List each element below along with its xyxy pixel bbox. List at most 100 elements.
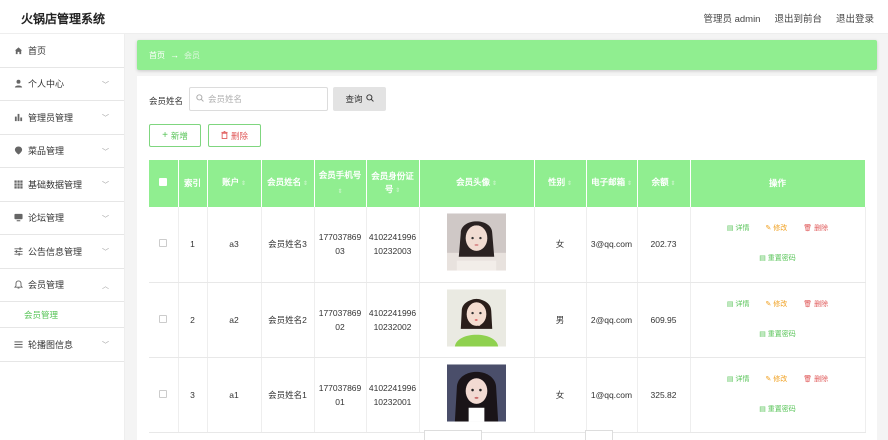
sort-icon: ⇕: [668, 181, 676, 187]
sidebar-item-label: 个人中心: [28, 79, 65, 90]
index-cell: 1: [178, 207, 208, 283]
gender-cell: 女: [534, 357, 587, 433]
sidebar-item-profile[interactable]: 个人中心 ﹀: [0, 68, 124, 101]
select-all-cell: [149, 160, 179, 207]
sidebar-item-label: 菜品管理: [28, 146, 65, 157]
edit-button[interactable]: ✎ 修改: [760, 369, 793, 390]
col-header-account[interactable]: 账户 ⇕: [207, 160, 262, 207]
reset-password-button[interactable]: ▤ 重置密码: [754, 324, 801, 345]
select-all-checkbox[interactable]: [159, 178, 168, 186]
chevron-down-icon: ﹀: [102, 81, 109, 89]
phone-cell: 17703786902: [314, 282, 367, 358]
edit-button[interactable]: ✎ 修改: [760, 294, 793, 315]
col-header-phone[interactable]: 会员手机号 ⇕: [314, 160, 367, 207]
sidebar-item-label: 管理员管理: [28, 112, 74, 123]
sort-icon: ⇕: [337, 188, 343, 195]
sidebar-item-dishes[interactable]: 菜品管理 ﹀: [0, 135, 124, 168]
table-row: 3 a1 会员姓名1 17703786901 41022419961023200…: [149, 357, 866, 433]
avatar: [447, 213, 506, 271]
row-delete-button[interactable]: 🗑︎ 删除: [798, 294, 834, 315]
detail-button[interactable]: ▤ 详情: [721, 369, 755, 390]
phone-cell: 17703786903: [314, 207, 367, 283]
col-header-gender[interactable]: 性别 ⇕: [534, 160, 587, 207]
detail-button[interactable]: ▤ 详情: [721, 294, 755, 315]
reset-password-button[interactable]: ▤ 重置密码: [754, 249, 801, 270]
sidebar-item-notice[interactable]: 公告信息管理 ﹀: [0, 235, 124, 269]
pagination-jump-input[interactable]: [585, 430, 613, 440]
avatar-cell: [419, 207, 535, 283]
idcard-cell: 410224199610232001: [366, 357, 420, 433]
sidebar-item-label: 论坛管理: [28, 213, 65, 224]
sort-icon: ⇕: [490, 181, 497, 187]
sidebar-item-home[interactable]: 首页: [0, 34, 124, 68]
row-checkbox[interactable]: [159, 239, 168, 248]
search-label: 会员姓名: [149, 96, 184, 106]
app-title: 火锅店管理系统: [21, 12, 106, 26]
search-button-label: 查询: [345, 94, 363, 104]
phone-cell: 17703786901: [314, 357, 367, 433]
row-checkbox[interactable]: [159, 389, 168, 398]
actions-cell: ▤ 详情 ✎ 修改 🗑︎ 删除 ▤ 重置密码: [690, 207, 866, 283]
detail-button[interactable]: ▤ 详情: [721, 219, 755, 240]
list-icon: [14, 340, 23, 349]
bar-chart-icon: [14, 113, 23, 122]
bell-icon: [14, 280, 23, 289]
reset-password-button[interactable]: ▤ 重置密码: [754, 399, 801, 420]
row-delete-button[interactable]: 🗑︎ 删除: [798, 219, 834, 240]
row-checkbox[interactable]: [159, 314, 168, 323]
sidebar-subitem-member-manage[interactable]: 会员管理: [0, 302, 124, 328]
row-select-cell: [149, 207, 179, 283]
plus-icon: +: [162, 130, 168, 141]
row-select-cell: [149, 282, 179, 358]
pin-icon: [14, 146, 23, 155]
sidebar-item-label: 会员管理: [28, 280, 65, 291]
add-button[interactable]: + 新增: [149, 124, 201, 147]
delete-button[interactable]: 删除: [208, 124, 261, 147]
logout-link[interactable]: 退出登录: [836, 11, 874, 25]
sort-icon: ⇕: [625, 181, 632, 187]
sidebar-item-carousel[interactable]: 轮播图信息 ﹀: [0, 328, 124, 362]
actions-cell: ▤ 详情 ✎ 修改 🗑︎ 删除 ▤ 重置密码: [690, 282, 866, 358]
name-cell: 会员姓名3: [261, 207, 315, 283]
index-cell: 3: [178, 357, 208, 433]
search-input[interactable]: 会员姓名: [189, 87, 328, 111]
document-icon: ▤: [759, 330, 768, 338]
chevron-down-icon: ﹀: [102, 182, 109, 189]
pagination-select[interactable]: [424, 430, 482, 440]
search-button[interactable]: 查询: [333, 87, 386, 111]
sidebar-item-forum[interactable]: 论坛管理 ﹀: [0, 202, 124, 235]
gender-cell: 女: [534, 207, 587, 283]
index-cell: 2: [178, 282, 208, 358]
grid-icon: [14, 180, 23, 189]
sidebar-item-members[interactable]: 会员管理 ︿: [0, 269, 124, 302]
avatar-cell: [419, 357, 535, 433]
balance-cell: 609.95: [637, 282, 691, 358]
email-cell: 1@qq.com: [586, 357, 638, 433]
col-header-name[interactable]: 会员姓名 ⇕: [261, 160, 315, 207]
chevron-down-icon: ﹀: [102, 115, 109, 122]
document-icon: ▤: [759, 405, 768, 413]
sidebar: 首页 个人中心 ﹀ 管理员管理 ﹀ 菜品管理 ﹀ 基础数据管理 ﹀ 论坛管理 ﹀…: [0, 34, 125, 440]
col-header-email[interactable]: 电子邮箱 ⇕: [586, 160, 638, 207]
breadcrumb-home[interactable]: 首页: [149, 50, 165, 61]
col-header-idcard[interactable]: 会员身份证号 ⇕: [366, 160, 420, 207]
row-delete-button[interactable]: 🗑︎ 删除: [798, 369, 834, 390]
idcard-cell: 410224199610232003: [366, 207, 420, 283]
table-row: 1 a3 会员姓名3 17703786903 41022419961023200…: [149, 207, 866, 283]
col-header-avatar[interactable]: 会员头像 ⇕: [419, 160, 535, 207]
add-button-label: 新增: [170, 130, 188, 141]
arrow-right-icon: →: [170, 50, 179, 60]
gender-cell: 男: [534, 282, 587, 358]
idcard-cell: 410224199610232002: [366, 282, 420, 358]
user-icon: [14, 79, 23, 88]
admin-label[interactable]: 管理员 admin: [703, 11, 760, 25]
sidebar-item-admin[interactable]: 管理员管理 ﹀: [0, 101, 124, 135]
document-icon: ▤: [759, 255, 768, 263]
chevron-down-icon: ﹀: [102, 215, 109, 223]
balance-cell: 202.73: [637, 207, 691, 283]
edit-button[interactable]: ✎ 修改: [760, 219, 793, 240]
col-header-balance[interactable]: 余额 ⇕: [637, 160, 691, 207]
sidebar-item-basic-data[interactable]: 基础数据管理 ﹀: [0, 168, 124, 202]
exit-to-front-link[interactable]: 退出到前台: [774, 11, 822, 25]
sort-icon: ⇕: [565, 181, 572, 187]
